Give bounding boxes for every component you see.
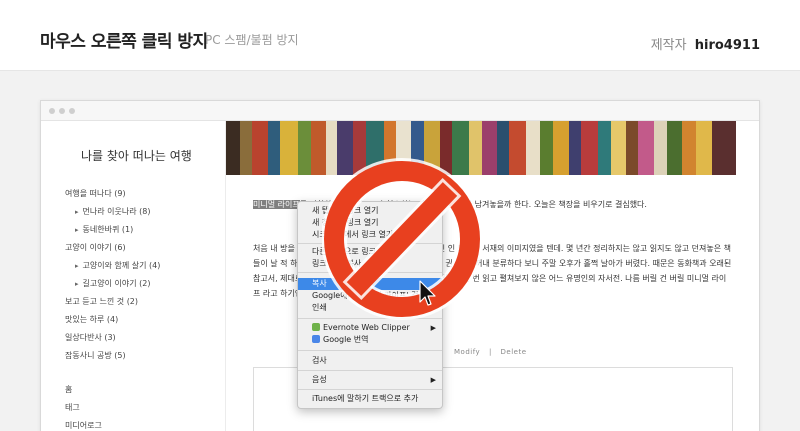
menu-separator (298, 318, 442, 319)
sidebar-link-home[interactable]: 홈 (65, 384, 72, 395)
modify-link[interactable]: Modify (454, 348, 480, 356)
submenu-arrow-icon: ▶ (430, 324, 436, 332)
menu-separator (298, 350, 442, 351)
category-item[interactable]: 여행을 떠나다 (9) (65, 188, 126, 199)
menu-item-label: 음성 (312, 375, 327, 384)
page-title: 마우스 오른쪽 클릭 방지 (40, 32, 208, 52)
category-item[interactable]: 보고 듣고 느낀 것 (2) (65, 296, 138, 307)
evernote-icon (312, 323, 320, 331)
category-item[interactable]: 길고양이 이야기 (2) (75, 278, 151, 289)
action-divider: | (488, 348, 492, 356)
menu-separator (298, 389, 442, 390)
window-dot-icon[interactable] (59, 108, 65, 114)
menu-item-open-incognito[interactable]: 시크릿 창에서 링크 열기 (298, 229, 442, 241)
category-item[interactable]: 일상다반사 (3) (65, 332, 116, 343)
maker-label: 제작자 (650, 38, 687, 53)
selected-text[interactable]: 미니멀 라이프 (253, 200, 300, 209)
menu-item-evernote[interactable]: Evernote Web Clipper ▶ (298, 322, 442, 334)
category-item[interactable]: 고양이 이야기 (6) (65, 242, 126, 253)
category-item[interactable]: 동네한바퀴 (1) (75, 224, 134, 235)
menu-item-copy-link[interactable]: 링크 주소 복사 (298, 258, 442, 270)
menu-item-inspect[interactable]: 검사 (298, 355, 442, 367)
page-header: 마우스 오른쪽 클릭 방지 PC 스팸/불펌 방지 제작자 hiro4911 (0, 0, 800, 71)
category-item[interactable]: 고양이와 함께 살기 (4) (75, 260, 161, 271)
window-titlebar (41, 101, 759, 121)
blog-title[interactable]: 나를 찾아 떠나는 여행 (81, 147, 192, 164)
menu-item-open-new-tab[interactable]: 새 탭에서 링크 열기 (298, 205, 442, 217)
menu-separator (298, 272, 442, 273)
mouse-cursor-icon (419, 280, 436, 306)
category-item[interactable]: 먼나라 이웃나라 (8) (75, 206, 151, 217)
post-actions: Modify | Delete (451, 348, 530, 356)
google-translate-icon (312, 335, 320, 343)
sidebar-link-medialog[interactable]: 미디어로그 (65, 420, 102, 431)
submenu-arrow-icon: ▶ (430, 376, 436, 384)
menu-item-google-translate[interactable]: Google 번역 (298, 334, 442, 346)
menu-item-speech[interactable]: 음성 ▶ (298, 374, 442, 386)
menu-item-open-new-window[interactable]: 새 창에서 링크 열기 (298, 217, 442, 229)
window-dot-icon[interactable] (49, 108, 55, 114)
category-item[interactable]: 맛있는 하루 (4) (65, 314, 118, 325)
menu-separator (298, 243, 442, 244)
post-header-image (226, 121, 736, 175)
menu-item-label: Google 번역 (323, 335, 369, 344)
window-dot-icon[interactable] (69, 108, 75, 114)
category-item[interactable]: 잡동사니 공방 (5) (65, 350, 126, 361)
menu-separator (298, 370, 442, 371)
menu-item-itunes[interactable]: iTunes에 말하기 트랙으로 추가 (298, 393, 442, 405)
sidebar-link-tag[interactable]: 태그 (65, 402, 80, 413)
menu-item-label: Evernote Web Clipper (323, 323, 410, 332)
menu-item-save-link[interactable]: 다른 이름으로 링크 저장... (298, 246, 442, 258)
maker-name: hiro4911 (694, 38, 760, 53)
blog-sidebar: 나를 찾아 떠나는 여행 여행을 떠나다 (9) 먼나라 이웃나라 (8) 동네… (41, 121, 226, 431)
delete-link[interactable]: Delete (501, 348, 527, 356)
maker-info: 제작자 hiro4911 (651, 34, 760, 53)
page-subtitle: PC 스팸/불펌 방지 (205, 33, 299, 47)
